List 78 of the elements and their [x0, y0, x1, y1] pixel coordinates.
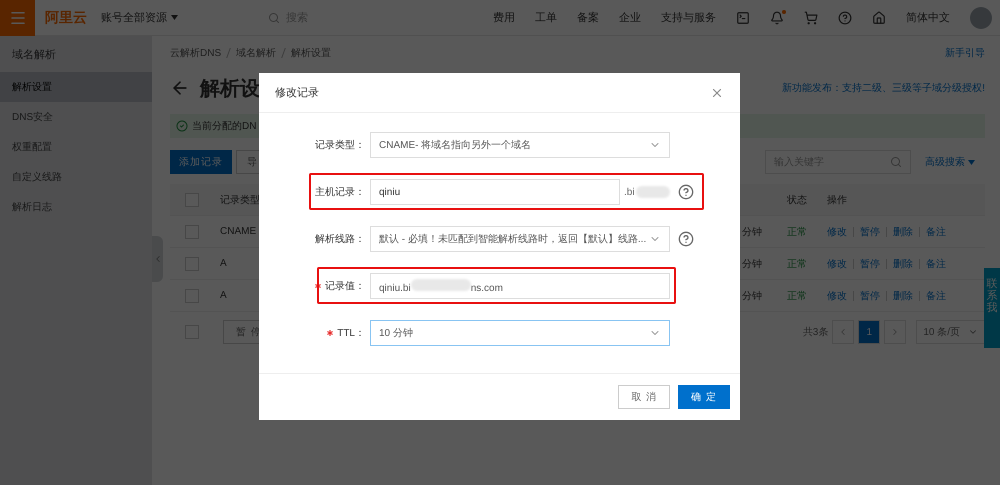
table-cell-text: 分钟	[742, 258, 763, 270]
help-icon[interactable]	[678, 184, 694, 200]
status-text: 正常	[787, 258, 808, 270]
nav-link[interactable]: 费用	[493, 10, 515, 25]
action-link[interactable]: 删除	[893, 224, 913, 238]
sidebar-item[interactable]: 权重配置	[0, 132, 152, 162]
advanced-search-link[interactable]: 高级搜索	[925, 155, 965, 169]
help-icon[interactable]	[678, 231, 694, 247]
select-field[interactable]: 10 分钟	[370, 320, 670, 346]
action-link[interactable]: 修改	[827, 224, 847, 238]
alert-text: 当前分配的DN	[192, 120, 256, 133]
table-cell-text: CNAME	[220, 226, 258, 237]
field-label: TTL：	[337, 327, 365, 340]
sidebar-title: 域名解析	[11, 48, 57, 62]
logo[interactable]: 阿里云	[45, 8, 87, 26]
help-icon[interactable]	[838, 10, 852, 24]
action-link[interactable]: 暂停	[860, 256, 880, 270]
action-link[interactable]: 备注	[926, 256, 946, 270]
confirm-button[interactable]: 确 定	[678, 385, 730, 409]
breadcrumb-link[interactable]: 域名解析	[236, 46, 276, 60]
breadcrumb-link[interactable]: 解析设置	[291, 46, 332, 60]
breadcrumb-link[interactable]: 云解析DNS	[170, 46, 222, 60]
avatar[interactable]	[970, 6, 992, 28]
search-icon	[268, 12, 280, 24]
home-icon[interactable]	[872, 10, 886, 24]
collapse-handle[interactable]	[152, 236, 163, 282]
select-field[interactable]: 默认 - 必填！未匹配到智能解析线路时，返回【默认】线路...	[370, 226, 670, 252]
caret-icon	[968, 160, 975, 164]
nav-link[interactable]: 备案	[577, 10, 599, 25]
search-icon	[890, 156, 902, 168]
select-field[interactable]: CNAME- 将域名指向另外一个域名	[370, 132, 670, 158]
table-cell-text: A	[220, 290, 228, 301]
action-link[interactable]: 暂停	[860, 288, 880, 302]
table-cell-text: A	[220, 258, 228, 269]
announcement-link[interactable]: 新功能发布：支持二级、三级等子域分级授权!	[782, 81, 985, 95]
nav-link[interactable]: 支持与服务	[661, 10, 716, 25]
input-field[interactable]: qiniu	[370, 179, 620, 205]
account-menu[interactable]: 账号全部资源	[101, 10, 167, 25]
language-menu[interactable]: 简体中文	[906, 10, 950, 25]
sidebar-item[interactable]: DNS安全	[0, 102, 152, 132]
table-cell-text: 分钟	[742, 226, 763, 238]
sidebar-item[interactable]: 解析日志	[0, 192, 152, 222]
sidebar-item[interactable]: 解析设置	[0, 72, 152, 102]
status-text: 正常	[787, 226, 808, 238]
page-button[interactable]: 1	[858, 320, 880, 344]
action-link[interactable]: 删除	[893, 256, 913, 270]
sidebar-item[interactable]: 自定义线路	[0, 162, 152, 192]
bell-icon[interactable]	[770, 10, 784, 24]
required-icon	[315, 283, 321, 289]
check-icon	[176, 120, 188, 132]
page-title: 解析设	[200, 76, 260, 102]
nav-link[interactable]: 工单	[535, 10, 557, 25]
action-link[interactable]: 修改	[827, 288, 847, 302]
add-button[interactable]: 添加记录	[170, 150, 232, 174]
action-link[interactable]: 备注	[926, 224, 946, 238]
guide-link[interactable]: 新手引导	[945, 46, 985, 60]
next-page-button[interactable]	[884, 320, 906, 344]
action-link[interactable]: 删除	[893, 288, 913, 302]
status-text: 正常	[787, 290, 808, 302]
prev-page-button[interactable]	[832, 320, 854, 344]
field-label: 记录类型：	[315, 138, 365, 152]
contact-tab[interactable]: 联系我	[984, 268, 1000, 348]
cancel-button[interactable]: 取 消	[618, 385, 670, 409]
field-label: 记录值：	[325, 280, 365, 293]
table-cell-text: 分钟	[742, 290, 763, 302]
field-label: 主机记录：	[315, 186, 365, 199]
terminal-icon[interactable]	[736, 10, 750, 24]
action-link[interactable]: 修改	[827, 256, 847, 270]
action-link[interactable]: 备注	[926, 288, 946, 302]
input-field[interactable]: qiniu.bi ns.com	[370, 273, 670, 299]
required-icon	[327, 330, 334, 336]
dialog-title: 修改记录	[275, 86, 319, 100]
cart-icon[interactable]	[804, 10, 818, 24]
action-link[interactable]: 暂停	[860, 224, 880, 238]
caret-icon	[171, 15, 178, 20]
nav-link[interactable]: 企业	[619, 10, 641, 25]
field-label: 解析线路：	[315, 232, 365, 246]
menu-icon[interactable]	[0, 0, 35, 36]
